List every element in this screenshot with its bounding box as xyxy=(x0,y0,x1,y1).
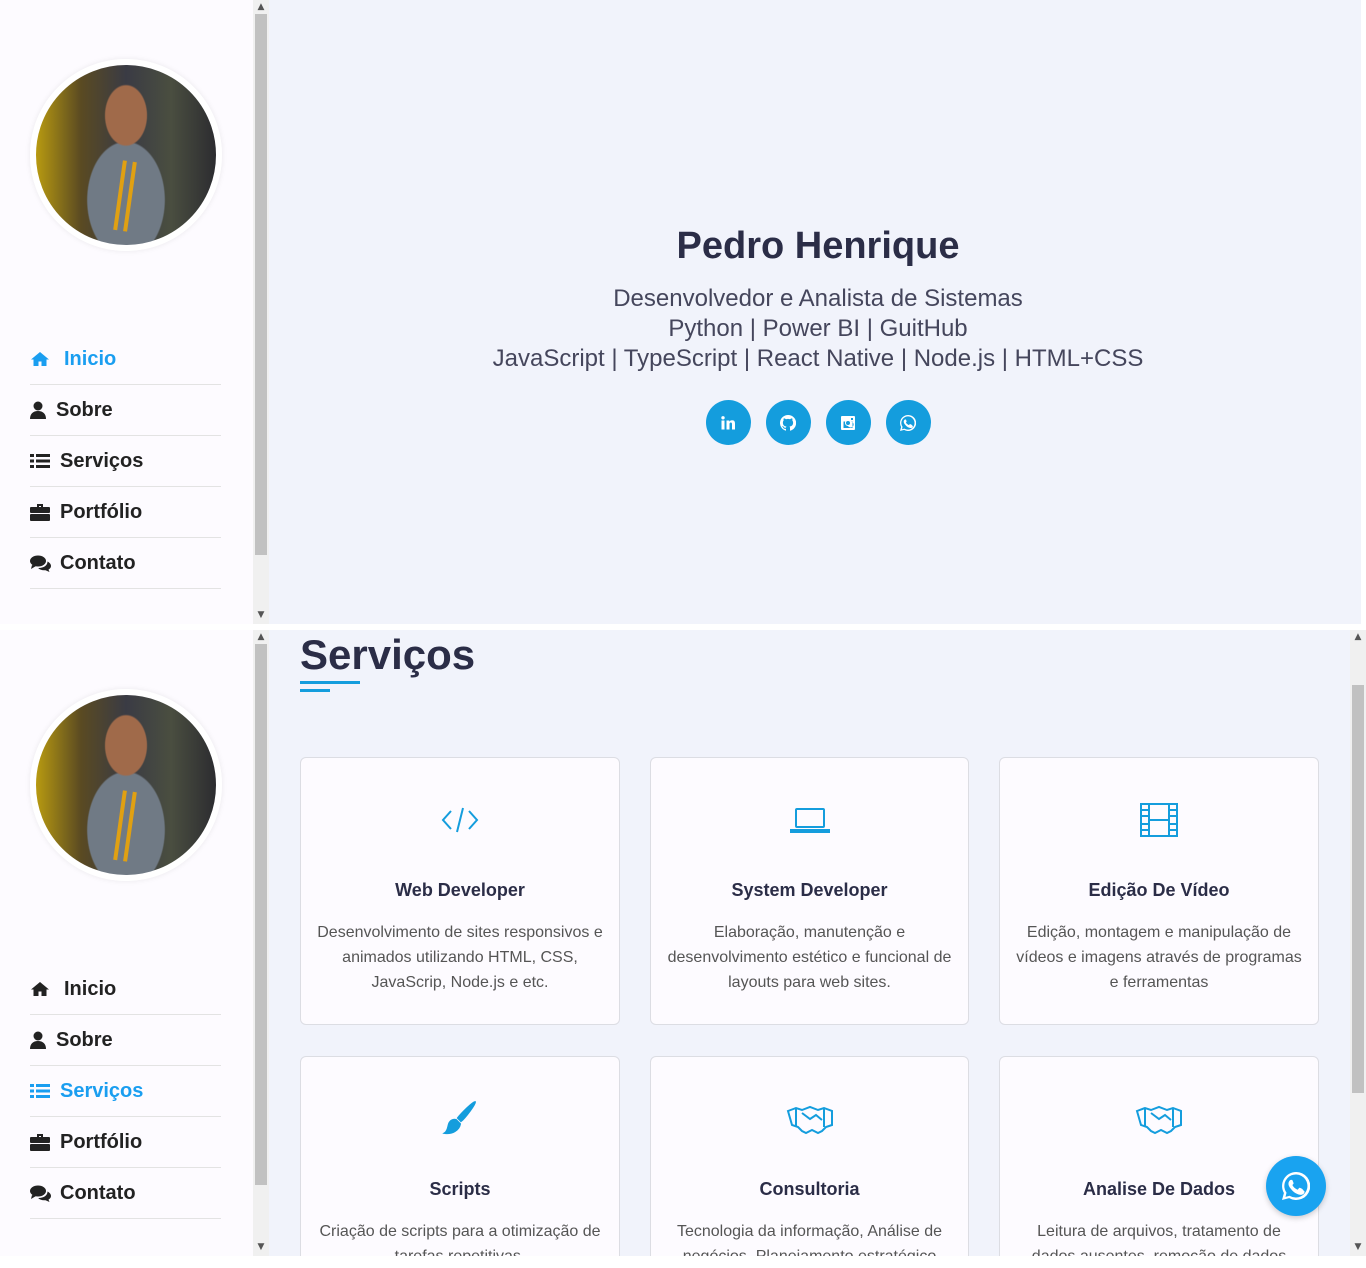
nav-label: Contato xyxy=(60,1181,136,1204)
scroll-down-arrow[interactable]: ▼ xyxy=(253,1240,269,1254)
nav-label: Portfólio xyxy=(60,1130,143,1153)
nav-label: Portfólio xyxy=(60,500,143,523)
whatsapp-icon xyxy=(900,414,916,431)
card-title: System Developer xyxy=(731,880,888,900)
card-text: Elaboração, manutenção e desenvolvimento… xyxy=(667,924,952,991)
scroll-up-arrow[interactable]: ▲ xyxy=(253,630,269,644)
nav-label: Sobre xyxy=(56,398,113,421)
service-card-system[interactable]: System Developer Elaboração, manutenção … xyxy=(650,757,969,1025)
scroll-up-arrow[interactable]: ▲ xyxy=(1350,630,1366,644)
handshake-icon xyxy=(786,1105,833,1135)
nav-item-inicio[interactable]: Inicio xyxy=(30,334,221,385)
card-title: Scripts xyxy=(429,1179,491,1199)
nav-item-portfolio[interactable]: Portfólio xyxy=(30,1117,221,1168)
user-icon xyxy=(30,401,56,419)
avatar xyxy=(30,59,222,251)
title-underline xyxy=(300,681,360,684)
sidebar: Inicio Sobre Serviços Portfólio Contato xyxy=(0,0,253,624)
nav-label: Inicio xyxy=(64,977,117,1000)
hero-skills-2: JavaScript | TypeScript | React Native |… xyxy=(492,345,1144,372)
service-card-web[interactable]: Web Developer Desenvolvimento de sites r… xyxy=(300,757,620,1025)
section-title: Serviços xyxy=(300,631,476,678)
card-text: Desenvolvimento de sites responsivos e a… xyxy=(317,924,603,991)
nav-label: Inicio xyxy=(64,347,117,370)
sidebar: Inicio Sobre Serviços Portfólio Contato xyxy=(0,630,253,1256)
card-text: Leitura de arquivos, tratamento de dados… xyxy=(1032,1223,1286,1256)
services-section: Serviços Web Developer Desenvolvimento d… xyxy=(269,630,1350,1256)
title-underline-short xyxy=(300,689,330,692)
hero-role: Desenvolvedor e Analista de Sistemas xyxy=(613,285,1023,312)
comments-icon xyxy=(30,1185,60,1202)
sidebar-scrollbar[interactable]: ▲ ▼ xyxy=(253,0,269,624)
social-links xyxy=(269,400,1366,445)
home-screen: Inicio Sobre Serviços Portfólio Contato … xyxy=(0,0,1366,624)
nav-item-contato[interactable]: Contato xyxy=(30,538,221,589)
hero-content: Pedro Henrique Desenvolvedor e Analista … xyxy=(269,222,1366,445)
hero-section: Pedro Henrique Desenvolvedor e Analista … xyxy=(269,0,1366,624)
card-text: Tecnologia da informação, Análise de neg… xyxy=(676,1223,943,1256)
list-icon xyxy=(30,453,60,469)
handshake-icon xyxy=(1135,1105,1182,1135)
scrollbar-thumb[interactable] xyxy=(1352,685,1364,1093)
scroll-up-arrow[interactable]: ▲ xyxy=(253,0,269,14)
brush-icon xyxy=(442,1100,477,1135)
nav-menu: Inicio Sobre Serviços Portfólio Contato xyxy=(30,334,221,589)
nav-label: Sobre xyxy=(56,1028,113,1051)
user-icon xyxy=(30,1031,56,1049)
github-icon xyxy=(780,414,796,431)
nav-item-portfolio[interactable]: Portfólio xyxy=(30,487,221,538)
code-icon xyxy=(441,807,479,833)
service-card-video[interactable]: Edição De Vídeo Edição, montagem e manip… xyxy=(999,757,1319,1025)
linkedin-icon xyxy=(721,415,735,429)
nav-label: Contato xyxy=(60,551,136,574)
instagram-icon xyxy=(841,415,855,430)
nav-item-contato[interactable]: Contato xyxy=(30,1168,221,1219)
nav-label: Serviços xyxy=(60,449,144,472)
laptop-icon xyxy=(789,808,830,833)
scroll-down-arrow[interactable]: ▼ xyxy=(1350,1240,1366,1254)
page-scrollbar[interactable]: ▲ ▼ xyxy=(1350,630,1366,1256)
sidebar-scrollbar[interactable]: ▲ ▼ xyxy=(253,630,269,1256)
card-text: Criação de scripts para a otimização de … xyxy=(319,1223,601,1256)
card-title: Consultoria xyxy=(759,1179,860,1199)
services-screen: Inicio Sobre Serviços Portfólio Contato … xyxy=(0,630,1366,1256)
comments-icon xyxy=(30,555,60,572)
nav-item-servicos[interactable]: Serviços xyxy=(30,436,221,487)
whatsapp-float-button[interactable] xyxy=(1266,1156,1326,1216)
github-link[interactable] xyxy=(765,400,811,445)
scrollbar-thumb[interactable] xyxy=(255,644,267,1185)
card-text: Edição, montagem e manipulação de vídeos… xyxy=(1016,924,1302,991)
instagram-link[interactable] xyxy=(825,400,871,445)
avatar xyxy=(30,689,222,881)
service-card-dados[interactable]: Analise De Dados Leitura de arquivos, tr… xyxy=(999,1056,1319,1256)
home-icon xyxy=(30,351,60,367)
hero-name: Pedro Henrique xyxy=(676,225,960,267)
service-card-consultoria[interactable]: Consultoria Tecnologia da informação, An… xyxy=(650,1056,969,1256)
card-title: Web Developer xyxy=(395,880,525,900)
nav-item-sobre[interactable]: Sobre xyxy=(30,1015,221,1066)
nav-menu: Inicio Sobre Serviços Portfólio Contato xyxy=(30,964,221,1219)
service-card-scripts[interactable]: Scripts Criação de scripts para a otimiz… xyxy=(300,1056,620,1256)
nav-item-sobre[interactable]: Sobre xyxy=(30,385,221,436)
home-icon xyxy=(30,981,64,997)
whatsapp-link[interactable] xyxy=(885,400,931,445)
nav-item-servicos[interactable]: Serviços xyxy=(30,1066,221,1117)
card-title: Edição De Vídeo xyxy=(1088,880,1230,900)
linkedin-link[interactable] xyxy=(705,400,751,445)
hero-skills-1: Python | Power BI | GuitHub xyxy=(668,315,968,342)
briefcase-icon xyxy=(30,503,60,521)
list-icon xyxy=(30,1083,60,1099)
film-icon xyxy=(1140,803,1178,837)
whatsapp-icon xyxy=(1282,1172,1310,1200)
scrollbar-thumb[interactable] xyxy=(255,14,267,555)
briefcase-icon xyxy=(30,1133,60,1151)
nav-label: Serviços xyxy=(60,1079,144,1102)
nav-item-inicio[interactable]: Inicio xyxy=(30,964,221,1015)
scroll-down-arrow[interactable]: ▼ xyxy=(253,608,269,622)
